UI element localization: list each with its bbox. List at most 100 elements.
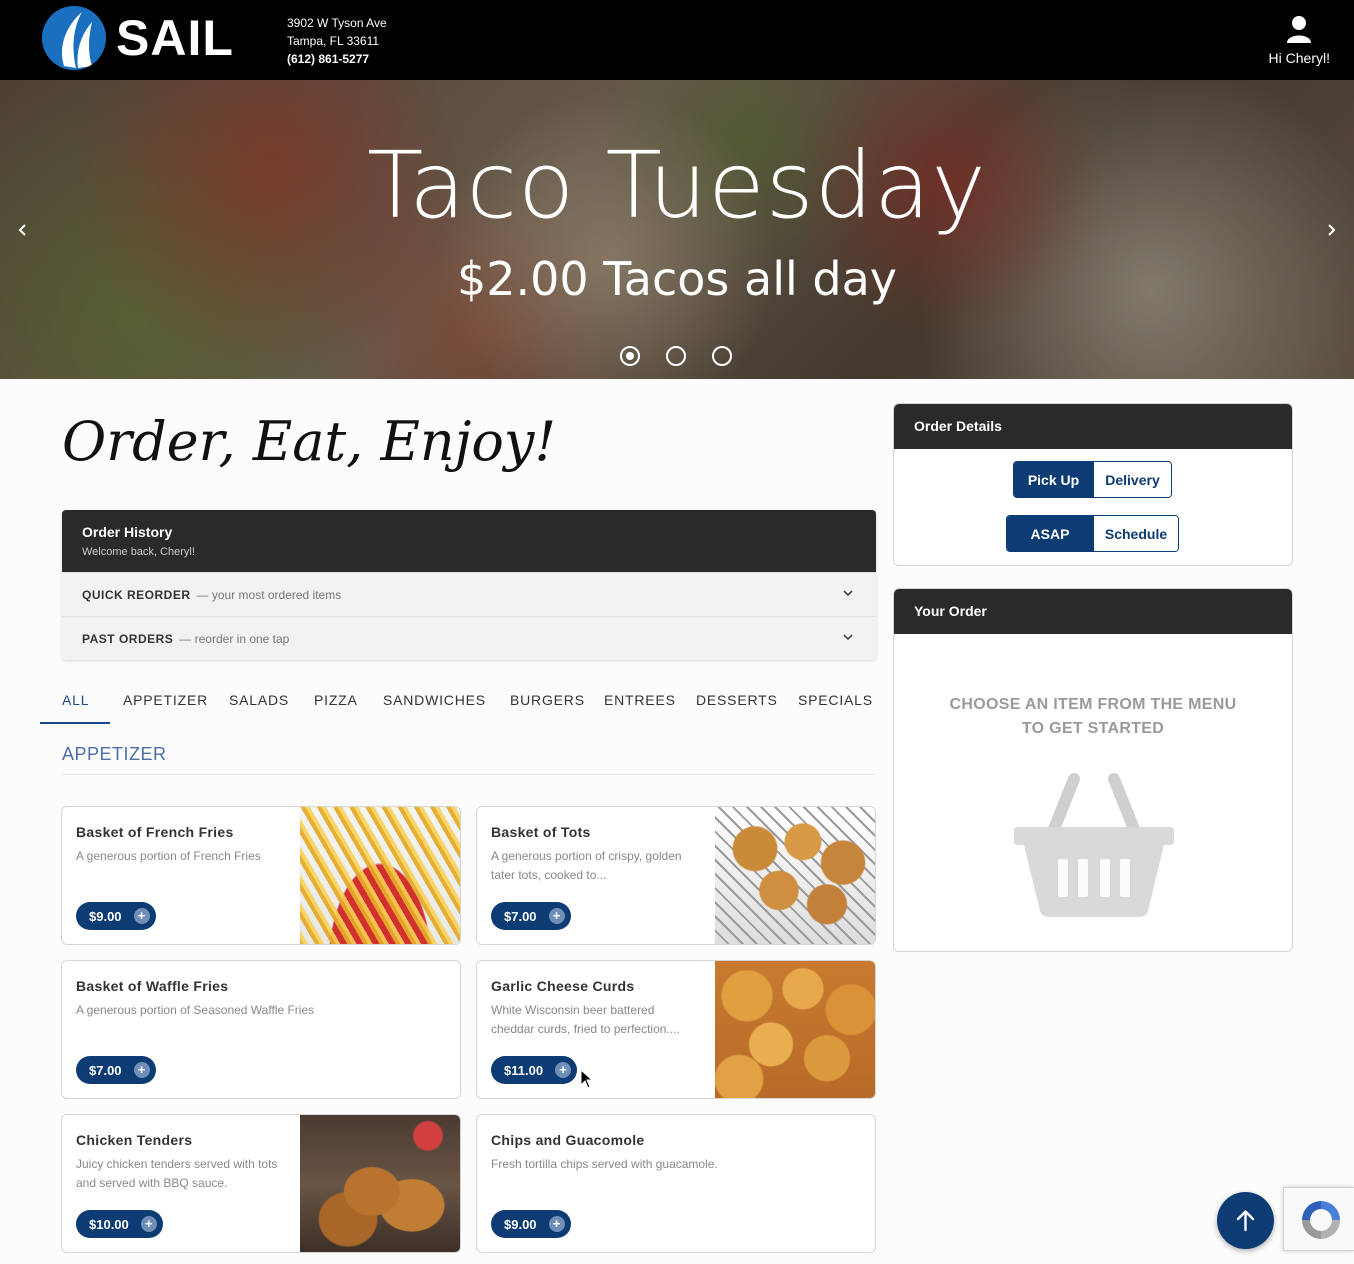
menu-item-name: Chicken Tenders [76, 1132, 193, 1148]
order-time-toggle: ASAP Schedule [1006, 515, 1179, 552]
tagline: Order, Eat, Enjoy! [62, 410, 557, 473]
tab-pizza[interactable]: PIZZA [314, 692, 358, 708]
sail-logo-text: SAIL [116, 10, 234, 66]
top-bar: SAIL 3902 W Tyson Ave Tampa, FL 33611 (6… [0, 0, 1354, 80]
menu-item-card[interactable]: Basket of French Fries A generous portio… [61, 806, 461, 945]
menu-item-price: $9.00 [89, 908, 122, 924]
user-icon [1284, 14, 1314, 44]
order-history-panel: Order History Welcome back, Cheryl! QUIC… [62, 510, 876, 660]
active-tab-indicator [40, 722, 110, 724]
menu-item-card[interactable]: Basket of Waffle Fries A generous portio… [61, 960, 461, 1099]
your-order-title: Your Order [894, 589, 1292, 634]
menu-item-desc: Fresh tortilla chips served with guacamo… [491, 1157, 718, 1171]
order-history-subtitle: Welcome back, Cheryl! [82, 546, 195, 558]
add-to-order-button[interactable]: $7.00 + [76, 1056, 156, 1084]
accordion-desc: — reorder in one tap [179, 631, 290, 646]
cheese-curds-image [715, 961, 875, 1098]
chevron-right-icon[interactable] [1324, 220, 1338, 243]
menu-item-price: $11.00 [504, 1062, 544, 1078]
order-details-title: Order Details [894, 404, 1292, 449]
user-greeting: Hi Cheryl! [1268, 50, 1330, 66]
carousel-dot-3[interactable] [712, 346, 732, 366]
menu-item-desc: White Wisconsin beer battered cheddar cu… [491, 1003, 680, 1036]
chevron-left-icon[interactable] [16, 220, 30, 243]
tab-desserts[interactable]: DESSERTS [696, 692, 778, 708]
add-to-order-button[interactable]: $10.00 + [76, 1210, 163, 1238]
menu-item-card[interactable]: Garlic Cheese Curds White Wisconsin beer… [476, 960, 876, 1099]
tab-specials[interactable]: SPECIALS [798, 692, 873, 708]
plus-icon: + [133, 908, 150, 924]
order-history-title: Order History [82, 524, 173, 540]
tab-burgers[interactable]: BURGERS [510, 692, 585, 708]
tab-salads[interactable]: SALADS [229, 692, 289, 708]
address-line-2: Tampa, FL 33611 [287, 34, 380, 48]
hero-carousel: Taco Tuesday $2.00 Tacos all day [0, 80, 1354, 379]
menu-item-price: $7.00 [89, 1062, 122, 1078]
tater-tots-image [715, 807, 875, 944]
add-to-order-button[interactable]: $9.00 + [491, 1210, 571, 1238]
menu-item-name: Basket of French Fries [76, 824, 234, 840]
store-address: 3902 W Tyson Ave Tampa, FL 33611 (612) 8… [287, 14, 387, 68]
menu-item-price: $10.00 [89, 1216, 129, 1232]
carousel-indicators [620, 346, 732, 366]
mouse-cursor-icon [580, 1069, 594, 1089]
french-fries-image [300, 807, 460, 944]
pickup-option[interactable]: Pick Up [1014, 462, 1093, 497]
hero-title: Taco Tuesday [367, 132, 987, 239]
your-order-panel: Your Order CHOOSE AN ITEM FROM THE MENU … [893, 588, 1293, 952]
menu-item-desc: A generous portion of crispy, golden tat… [491, 849, 682, 882]
address-line-1: 3902 W Tyson Ave [287, 16, 387, 30]
chicken-tenders-image [300, 1115, 460, 1252]
delivery-option[interactable]: Delivery [1093, 462, 1171, 497]
plus-icon: + [140, 1216, 157, 1232]
scroll-to-top-button[interactable] [1217, 1192, 1274, 1249]
menu-item-desc: A generous portion of Seasoned Waffle Fr… [76, 1003, 315, 1017]
order-method-toggle: Pick Up Delivery [1013, 461, 1172, 498]
menu-item-price: $7.00 [504, 908, 537, 924]
menu-item-name: Chips and Guacomole [491, 1132, 645, 1148]
menu-item-name: Basket of Tots [491, 824, 591, 840]
section-divider [62, 774, 876, 775]
menu-item-card[interactable]: Basket of Tots A generous portion of cri… [476, 806, 876, 945]
menu-item-card[interactable]: Chicken Tenders Juicy chicken tenders se… [61, 1114, 461, 1253]
empty-cart-line-1: CHOOSE AN ITEM FROM THE MENU [949, 696, 1237, 713]
schedule-option[interactable]: Schedule [1093, 516, 1178, 551]
tab-sandwiches[interactable]: SANDWICHES [383, 692, 486, 708]
recaptcha-icon [1302, 1201, 1340, 1239]
tab-all[interactable]: ALL [62, 692, 89, 708]
asap-option[interactable]: ASAP [1007, 516, 1093, 551]
accordion-label: QUICK REORDER [82, 587, 191, 602]
carousel-dot-1[interactable] [620, 346, 640, 366]
order-details-panel: Order Details Pick Up Delivery ASAP Sche… [893, 403, 1293, 566]
accordion-label: PAST ORDERS [82, 631, 174, 646]
section-title: APPETIZER [62, 744, 167, 764]
store-phone[interactable]: (612) 861-5277 [287, 50, 387, 68]
past-orders-accordion[interactable]: PAST ORDERS — reorder in one tap [62, 616, 876, 660]
carousel-dot-2[interactable] [666, 346, 686, 366]
add-to-order-button[interactable]: $9.00 + [76, 902, 156, 930]
menu-item-desc: A generous portion of French Fries [76, 849, 261, 863]
shopping-basket-icon [1012, 771, 1176, 924]
menu-item-name: Garlic Cheese Curds [491, 978, 635, 994]
tab-entrees[interactable]: ENTREES [604, 692, 676, 708]
hero-subtitle: $2.00 Tacos all day [457, 252, 897, 306]
accordion-desc: — your most ordered items [196, 587, 342, 602]
plus-icon: + [133, 1062, 150, 1078]
sail-logo-icon [42, 6, 106, 70]
sail-logo[interactable]: SAIL [42, 6, 234, 70]
add-to-order-button[interactable]: $11.00 + [491, 1056, 578, 1084]
plus-icon: + [548, 908, 565, 924]
add-to-order-button[interactable]: $7.00 + [491, 902, 571, 930]
plus-icon: + [548, 1216, 565, 1232]
menu-item-desc: Juicy chicken tenders served with tots a… [76, 1157, 278, 1190]
empty-cart-line-2: TO GET STARTED [1021, 720, 1165, 737]
user-account-menu[interactable]: Hi Cheryl! [1269, 14, 1330, 66]
chevron-down-icon [842, 631, 854, 643]
empty-cart-message: CHOOSE AN ITEM FROM THE MENU TO GET STAR… [894, 693, 1292, 741]
menu-item-card[interactable]: Chips and Guacomole Fresh tortilla chips… [476, 1114, 876, 1253]
plus-icon: + [555, 1062, 572, 1078]
category-tabs: ALL APPETIZER SALADS PIZZA SANDWICHES BU… [40, 680, 876, 724]
quick-reorder-accordion[interactable]: QUICK REORDER — your most ordered items [62, 572, 876, 616]
tab-appetizer[interactable]: APPETIZER [123, 692, 208, 708]
recaptcha-badge[interactable] [1283, 1187, 1354, 1251]
